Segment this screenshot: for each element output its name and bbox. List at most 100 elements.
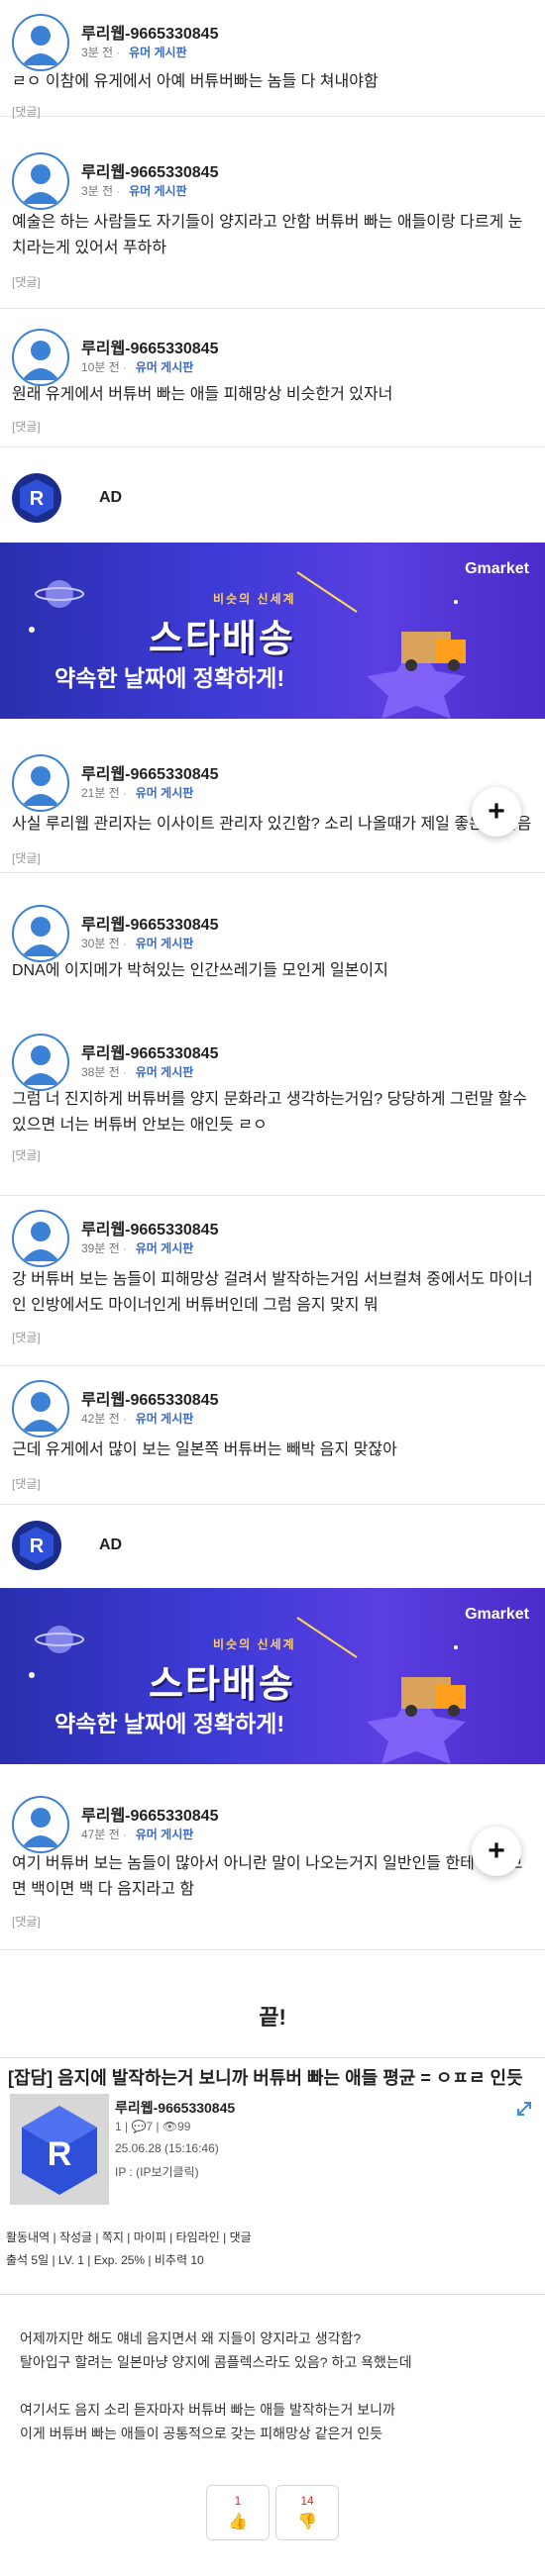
reply-link[interactable]: [댓글] bbox=[12, 1146, 41, 1163]
comment-board[interactable]: 유머 게시판 bbox=[136, 360, 194, 374]
comment-text: DNA에 이지메가 박혀있는 인간쓰레기들 모인게 일본이지 bbox=[12, 962, 388, 979]
post-card: [잡담] 음지에 발작하는거 보니까 버튜버 빠는 애들 평균 = ㅇㅍㄹ 인듯… bbox=[0, 2057, 545, 2295]
comment-author[interactable]: 루리웹-9665330845 bbox=[81, 1386, 218, 1410]
comment-time: 3분 전 bbox=[81, 46, 114, 59]
comment-time: 30분 전 bbox=[81, 937, 120, 950]
comment-board[interactable]: 유머 게시판 bbox=[129, 184, 187, 198]
comment-time: 39분 전 bbox=[81, 1241, 120, 1255]
comment-meta: 39분 전 · 유머 게시판 bbox=[81, 1241, 194, 1255]
gmarket-logo: Gmarket bbox=[465, 1606, 529, 1623]
author-levels: 출석 5일 | LV. 1 | Exp. 25% | 비추력 10 bbox=[6, 2253, 204, 2267]
avatar[interactable] bbox=[12, 905, 69, 962]
banner-title: 스타배송 bbox=[149, 1664, 295, 1706]
add-button[interactable]: + bbox=[472, 1827, 521, 1876]
comment-author[interactable]: 루리웹-9665330845 bbox=[81, 158, 218, 182]
reply-link[interactable]: [댓글] bbox=[12, 1913, 41, 1930]
post-body-line: 이게 버튜버 빠는 애들이 공통적으로 갖는 피해망상 같은거 인듯 bbox=[20, 2426, 382, 2441]
comment-author[interactable]: 루리웹-9665330845 bbox=[81, 1040, 218, 1063]
upvote-count: 1 bbox=[234, 2494, 242, 2508]
avatar[interactable] bbox=[12, 1380, 69, 1437]
svg-text:R: R bbox=[48, 2135, 72, 2173]
comment-board[interactable]: 유머 게시판 bbox=[136, 1412, 194, 1426]
thumbs-up-icon: 👍 bbox=[228, 2514, 248, 2530]
gmarket-logo: Gmarket bbox=[465, 560, 529, 577]
comment-text: 그럼 너 진지하게 버튜버를 양지 문화라고 생각하는거임? 당당하게 그런말 … bbox=[12, 1091, 527, 1134]
comment-time: 47분 전 bbox=[81, 1828, 120, 1841]
comment-author[interactable]: 루리웹-9665330845 bbox=[81, 335, 218, 358]
comment-meta: 21분 전 · 유머 게시판 bbox=[81, 786, 194, 800]
comment: 루리웹-9665330845 39분 전 · 유머 게시판 강 버튜버 보는 놈들이… bbox=[0, 1196, 545, 1366]
comment-board[interactable]: 유머 게시판 bbox=[136, 786, 194, 800]
comment-time: 10분 전 bbox=[81, 360, 120, 374]
end-text: 끝! bbox=[259, 2005, 286, 2030]
comment-author[interactable]: 루리웹-9665330845 bbox=[81, 1216, 218, 1239]
comment: 루리웹-9665330845 3분 전 · 유머 게시판 예술은 하는 사람들도 자… bbox=[0, 139, 545, 309]
avatar[interactable] bbox=[12, 329, 69, 386]
comment-board[interactable]: 유머 게시판 bbox=[136, 937, 194, 950]
comment-meta: 10분 전 · 유머 게시판 bbox=[81, 360, 194, 374]
comment-meta: 38분 전 · 유머 게시판 bbox=[81, 1065, 194, 1079]
comment-author[interactable]: 루리웹-9665330845 bbox=[81, 20, 218, 44]
avatar[interactable] bbox=[12, 1796, 69, 1853]
reply-link[interactable]: [댓글] bbox=[12, 273, 41, 290]
avatar[interactable] bbox=[12, 152, 69, 210]
reply-link[interactable]: [댓글] bbox=[12, 849, 41, 866]
comment-board[interactable]: 유머 게시판 bbox=[136, 1241, 194, 1255]
avatar[interactable] bbox=[12, 754, 69, 812]
reply-link[interactable]: [댓글] bbox=[12, 1329, 41, 1345]
comment-author[interactable]: 루리웹-9665330845 bbox=[81, 911, 218, 935]
avatar[interactable] bbox=[12, 1034, 69, 1091]
downvote-button[interactable]: 14 👎 bbox=[275, 2485, 339, 2540]
expand-icon[interactable] bbox=[515, 2100, 533, 2118]
reply-link[interactable]: [댓글] bbox=[12, 103, 41, 120]
post-ip[interactable]: IP : (IP보기클릭) bbox=[115, 2163, 199, 2180]
reply-link[interactable]: [댓글] bbox=[12, 1475, 41, 1492]
post-body-line: 여기서도 음지 소리 듣자마자 버튜버 빠는 애들 발작하는거 보니까 bbox=[20, 2402, 395, 2418]
comment-author[interactable]: 루리웹-9665330845 bbox=[81, 760, 218, 784]
comment-meta: 3분 전 · 유머 게시판 bbox=[81, 46, 187, 59]
banner-title: 스타배송 bbox=[149, 619, 295, 660]
author-avatar[interactable]: R bbox=[10, 2094, 109, 2205]
ad-label: AD bbox=[99, 489, 123, 506]
ad-banner[interactable]: Gmarket 비슷의 신세계 스타배송 약속한 날짜에 정확하게! bbox=[0, 1588, 545, 1764]
comment-board[interactable]: 유머 게시판 bbox=[129, 46, 187, 59]
ad-banner[interactable]: Gmarket 비슷의 신세계 스타배송 약속한 날짜에 정확하게! bbox=[0, 543, 545, 719]
banner-small-text: 비슷의 신세계 bbox=[213, 1637, 296, 1651]
ad-header: R AD bbox=[0, 1513, 545, 1580]
comment-board[interactable]: 유머 게시판 bbox=[136, 1065, 194, 1079]
post-author[interactable]: 루리웹-9665330845 bbox=[115, 2098, 235, 2118]
post-title[interactable]: [잡담] 음지에 발작하는거 보니까 버튜버 빠는 애들 평균 = ㅇㅍㄹ 인듯 bbox=[8, 2064, 523, 2090]
reply-link[interactable]: [댓글] bbox=[12, 418, 41, 435]
comment-meta: 30분 전 · 유머 게시판 bbox=[81, 937, 194, 950]
author-links[interactable]: 활동내역 | 작성글 | 쪽지 | 마이피 | 타임라인 | 댓글 bbox=[6, 2229, 252, 2245]
svg-text:R: R bbox=[30, 1536, 45, 1557]
comment-text: 원래 유게에서 버튜버 빠는 애들 피해망상 비슷한거 있자너 bbox=[12, 386, 393, 403]
comment-text: 근데 유게에서 많이 보는 일본쪽 버튜버는 빼박 음지 맞잖아 bbox=[12, 1441, 397, 1458]
ad-header: R AD bbox=[0, 465, 545, 533]
svg-text:R: R bbox=[30, 488, 45, 510]
comment: 루리웹-9665330845 30분 전 · 유머 게시판 DNA에 이지메가 박혀… bbox=[0, 891, 545, 1024]
post-body-line bbox=[20, 2374, 535, 2398]
comment-time: 38분 전 bbox=[81, 1065, 120, 1079]
comment-time: 3분 전 bbox=[81, 184, 114, 198]
comment-board[interactable]: 유머 게시판 bbox=[136, 1828, 194, 1841]
avatar[interactable] bbox=[12, 1210, 69, 1267]
post-body-line: 어제까지만 해도 얘네 음지면서 왜 지들이 양지라고 생각함? bbox=[20, 2330, 362, 2346]
ad-label: AD bbox=[99, 1536, 123, 1553]
comment-author[interactable]: 루리웹-9665330845 bbox=[81, 1802, 218, 1826]
comment-text: ㄹㅇ 이참에 유게에서 아예 버튜버빠는 놈들 다 쳐내야함 bbox=[12, 73, 379, 90]
downvote-count: 14 bbox=[300, 2494, 314, 2508]
comment-meta: 3분 전 · 유머 게시판 bbox=[81, 184, 187, 198]
post-stats: 1 | 💬7 | 👁99 bbox=[115, 2120, 191, 2133]
add-button[interactable]: + bbox=[472, 787, 521, 837]
avatar[interactable] bbox=[12, 14, 69, 71]
comment: 루리웹-9665330845 47분 전 · 유머 게시판 여기 버튜버 보는 놈들… bbox=[0, 1782, 545, 1950]
banner-small-text: 비슷의 신세계 bbox=[213, 592, 296, 606]
comment-text: 여기 버튜버 보는 놈들이 많아서 아니란 말이 나오는거지 일반인들 한테 물… bbox=[12, 1855, 523, 1898]
ruliweb-logo: R bbox=[12, 473, 61, 523]
thumbs-down-icon: 👎 bbox=[297, 2514, 317, 2530]
comment-text: 강 버튜버 보는 놈들이 피해망상 걸려서 발작하는거임 서브컬쳐 중에서도 마… bbox=[12, 1271, 533, 1314]
comment: 루리웹-9665330845 38분 전 · 유머 게시판 그럼 너 진지하게 버튜… bbox=[0, 1020, 545, 1196]
comment-meta: 47분 전 · 유머 게시판 bbox=[81, 1828, 194, 1841]
upvote-button[interactable]: 1 👍 bbox=[206, 2485, 270, 2540]
